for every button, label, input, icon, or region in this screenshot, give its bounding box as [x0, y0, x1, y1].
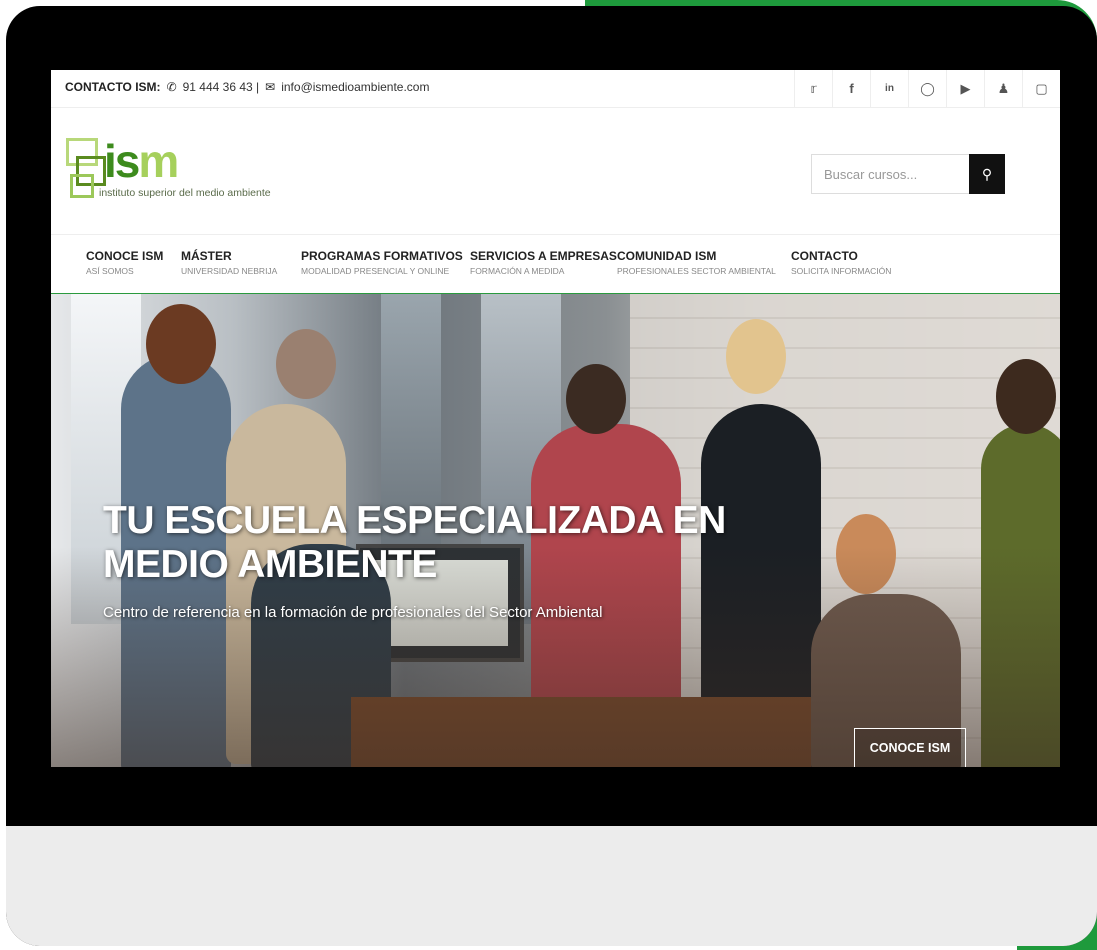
hero-banner: TU ESCUELA ESPECIALIZADA EN MEDIO AMBIEN… [51, 294, 1060, 767]
search-input[interactable]: Buscar cursos... [811, 154, 969, 194]
nav-item-comunidad[interactable]: COMUNIDAD ISM PROFESIONALES SECTOR AMBIE… [617, 249, 776, 276]
main-nav: CONOCE ISM ASÍ SOMOS MÁSTER UNIVERSIDAD … [51, 234, 1060, 295]
linkedin-icon[interactable]: in [870, 70, 908, 107]
hero-headline: TU ESCUELA ESPECIALIZADA EN MEDIO AMBIEN… [103, 499, 726, 586]
nav-item-contacto[interactable]: CONTACTO SOLICITA INFORMACIÓN [791, 249, 891, 276]
nav-subtitle: UNIVERSIDAD NEBRIJA [181, 266, 278, 276]
nav-item-master[interactable]: MÁSTER UNIVERSIDAD NEBRIJA [181, 249, 277, 276]
hero-photo-person-head [276, 329, 336, 399]
logo-wordmark-a: is [104, 135, 140, 187]
logo-square-icon [70, 174, 94, 198]
youtube-icon[interactable]: ▶ [946, 70, 984, 107]
nav-title: CONTACTO [791, 249, 858, 263]
search-button[interactable]: ⚲ [969, 154, 1005, 194]
website-screen: CONTACTO ISM: ✆ 91 444 36 43 | ✉ info@is… [51, 70, 1060, 767]
email-link[interactable]: info@ismedioambiente.com [281, 80, 429, 94]
mail-icon: ✉ [265, 80, 276, 94]
course-search: Buscar cursos... ⚲ [811, 154, 1005, 194]
device-chin [6, 826, 1097, 946]
hero-subheadline: Centro de referencia en la formación de … [103, 604, 603, 621]
phone-number[interactable]: 91 444 36 43 | [183, 80, 260, 94]
nav-subtitle: SOLICITA INFORMACIÓN [791, 266, 892, 276]
nav-title: MÁSTER [181, 249, 232, 263]
device-frame: CONTACTO ISM: ✆ 91 444 36 43 | ✉ info@is… [6, 6, 1097, 946]
top-bar: CONTACTO ISM: ✆ 91 444 36 43 | ✉ info@is… [51, 70, 1060, 108]
contact-label: CONTACTO ISM: [65, 80, 161, 94]
hero-photo-person-head [996, 359, 1056, 434]
conoce-ism-button[interactable]: CONOCE ISM [854, 728, 966, 767]
contact-info: CONTACTO ISM: ✆ 91 444 36 43 | ✉ info@is… [65, 80, 429, 94]
nav-subtitle: PROFESIONALES SECTOR AMBIENTAL [617, 266, 776, 276]
search-icon: ⚲ [981, 165, 993, 182]
nav-subtitle: ASÍ SOMOS [86, 266, 134, 276]
facebook-icon[interactable]: f [832, 70, 870, 107]
phone-icon: ✆ [166, 80, 177, 94]
nav-subtitle: FORMACIÓN A MEDIDA [470, 266, 565, 276]
site-logo[interactable]: ism instituto superior del medio ambient… [66, 136, 286, 206]
logo-wordmark: ism [104, 135, 179, 187]
nav-item-programas[interactable]: PROGRAMAS FORMATIVOS MODALIDAD PRESENCIA… [301, 249, 463, 276]
nav-item-servicios[interactable]: SERVICIOS A EMPRESAS FORMACIÓN A MEDIDA [470, 249, 617, 276]
logo-wordmark-b: m [138, 135, 179, 187]
hero-photo-person-head [726, 319, 786, 394]
nav-title: COMUNIDAD ISM [617, 249, 717, 263]
logo-tagline: instituto superior del medio ambiente [99, 187, 271, 199]
campus-icon[interactable]: ▢ [1022, 70, 1060, 107]
nav-subtitle: MODALIDAD PRESENCIAL Y ONLINE [301, 266, 450, 276]
nav-title: CONOCE ISM [86, 249, 164, 263]
hero-photo-person-head [566, 364, 626, 434]
nav-title: SERVICIOS A EMPRESAS [470, 249, 617, 263]
twitter-icon[interactable]: 𝕣 [794, 70, 832, 107]
community-icon[interactable]: ♟ [984, 70, 1022, 107]
hero-photo-person-head [146, 304, 216, 384]
instagram-icon[interactable]: ◯ [908, 70, 946, 107]
nav-title: PROGRAMAS FORMATIVOS [301, 249, 463, 263]
social-links: 𝕣 f in ◯ ▶ ♟ ▢ [794, 70, 1060, 107]
nav-item-conoce-ism[interactable]: CONOCE ISM ASÍ SOMOS [86, 249, 163, 276]
